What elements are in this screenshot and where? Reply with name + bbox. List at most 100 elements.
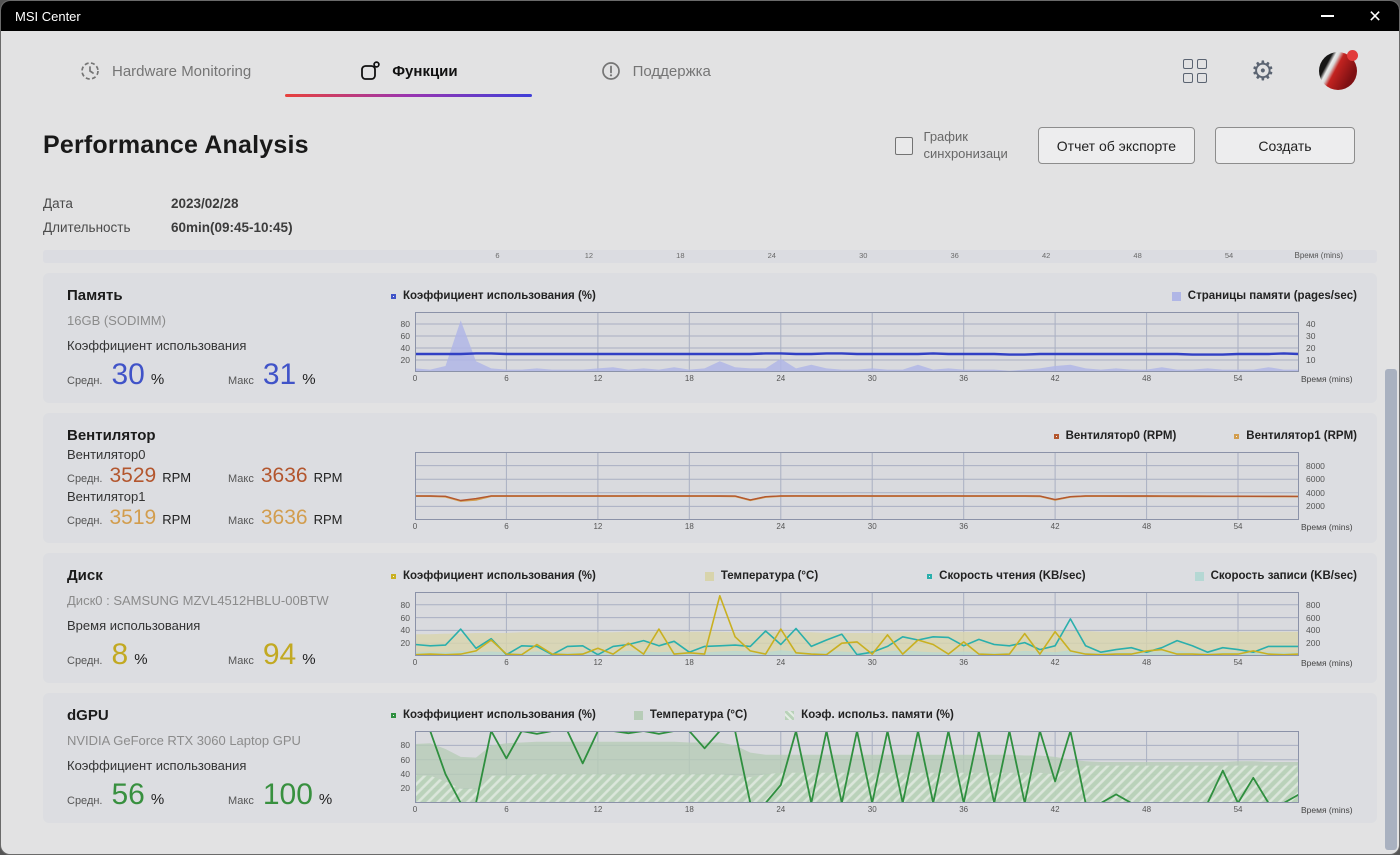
create-button[interactable]: Создать [1215,127,1355,164]
tab-label: Поддержка [632,62,711,80]
x-axis-tick: 6 [495,251,500,260]
left-axis: 20 40 60 80 [389,312,415,372]
tab-hardware-monitoring[interactable]: Hardware Monitoring [79,60,251,82]
date-label: Дата [43,196,73,211]
left-axis-tick: 80 [400,319,410,329]
avg-value: 3519 [109,506,157,529]
right-axis-tick: 20 [1306,343,1316,353]
x-axis: 0 6 12 18 24 30 36 42 48 54 Время (mins) [389,374,1359,387]
plot-area [415,592,1299,656]
fan-chart: Вентилятор0 (RPM) Вентилятор1 (RPM) 2000 4… [389,424,1359,537]
date-value: 2023/02/28 [171,196,239,211]
left-axis-tick: 40 [400,769,410,780]
right-axis-tick: 200 [1306,638,1321,649]
x-axis-tick: 18 [684,522,694,531]
x-axis: 0 6 12 18 24 30 36 42 48 54 Время (mins) [389,522,1359,535]
x-axis-tick: 48 [1142,658,1152,667]
x-axis: 0 6 12 18 24 30 36 42 48 54 Время (mins) [389,805,1359,817]
chart-legend: Коэффициент использования (%) Температура… [389,707,1359,724]
right-axis-tick: 10 [1306,355,1316,365]
x-axis-tick: 54 [1224,251,1234,260]
legend-label: Вентилятор0 (RPM) [1065,430,1177,442]
x-axis-tick: 54 [1233,804,1243,814]
x-axis: 0 6 12 18 24 30 36 42 48 54 Время (mins) [389,658,1359,671]
avg-value: 30 [111,358,145,391]
history-icon [81,62,99,80]
x-axis-tick: 6 [504,804,509,814]
legend-label: Скорость чтения (KB/sec) [939,570,1086,582]
close-button[interactable]: × [1351,1,1399,31]
right-axis-tick: 600 [1306,612,1321,623]
msi-center-window: MSI Center × Hardware Monitoring Функции [0,0,1400,855]
x-axis-tick: 42 [1041,251,1051,260]
legend-label: Страницы памяти (pages/sec) [1187,290,1357,302]
x-axis-label: Время (mins) [1301,374,1353,384]
plot-area [415,452,1299,520]
duration-label: Длительность [43,220,131,235]
x-axis-tick: 48 [1142,374,1152,383]
max-label: Макс [228,655,254,667]
max-value: 31 [262,358,297,391]
notification-dot [1347,50,1358,61]
section-subtitle: Диск0 : SAMSUNG MZVL4512HBLU-00BTW [67,593,329,608]
x-axis-tick: 12 [593,522,603,531]
left-axis-tick: 60 [400,612,410,623]
sync-checkbox[interactable] [894,136,913,155]
legend-fill-marker [704,571,714,581]
avg-unit: % [134,651,148,668]
x-axis-tick: 6 [504,522,509,531]
right-axis: 2000 4000 6000 8000 [1299,452,1353,520]
x-axis-tick: 36 [950,251,959,260]
chart-legend: Коэффициент использования (%) Температура… [389,567,1359,585]
avg-label: Средн. [67,655,103,667]
x-axis-label: Время (mins) [1294,251,1343,260]
legend-label: Коэффициент использования (%) [403,709,596,722]
right-axis-tick: 30 [1306,331,1316,341]
section-title: Диск [67,567,103,584]
x-axis-tick: 36 [959,374,969,383]
x-axis-tick: 42 [1050,804,1060,814]
nav-bar: Hardware Monitoring Функции Поддержка ⚙ [1,31,1399,97]
user-avatar[interactable] [1319,50,1358,90]
disk-section: Диск Диск0 : SAMSUNG MZVL4512HBLU-00BTW … [43,553,1377,683]
partial-chart-axis: 6 12 18 24 30 36 42 48 54 Время (mins) [43,250,1377,263]
report-info: Дата 2023/02/28 Длительность 60min(09:45… [43,196,1399,235]
vertical-scrollbar-thumb[interactable] [1385,369,1397,850]
right-axis-tick: 2000 [1306,501,1325,512]
max-value: 3636 [260,506,308,529]
minimize-button[interactable] [1303,1,1351,31]
tab-functions[interactable]: Функции [285,60,532,97]
section-title: dGPU [67,707,109,724]
section-metric-label: Время использования [67,618,201,633]
apps-grid-icon[interactable] [1182,59,1207,83]
max-unit: % [302,651,316,668]
section-title: Память [67,287,123,304]
right-axis-tick: 4000 [1306,487,1325,498]
sync-checkbox-label: График синхронизаци [923,128,1008,161]
right-axis-tick: 40 [1306,319,1316,329]
legend-label: Температура (°C) [649,709,748,722]
x-axis-tick: 24 [776,522,786,531]
x-axis-tick: 36 [959,804,969,814]
section-subtitle: 16GB (SODIMM) [67,313,166,328]
x-axis-tick: 30 [859,251,868,260]
left-axis [389,452,415,520]
right-axis-tick: 6000 [1306,474,1325,485]
x-axis-tick: 36 [959,658,969,667]
x-axis-tick: 0 [412,522,418,531]
page-title: Performance Analysis [43,131,309,159]
x-axis-tick: 12 [593,804,603,814]
left-axis-tick: 20 [400,355,410,365]
x-axis-tick: 0 [412,658,418,667]
max-value: 100 [262,778,313,811]
right-axis [1299,731,1353,803]
legend-label: Скорость записи (KB/sec) [1210,570,1357,582]
avg-unit: % [150,371,165,388]
settings-gear-icon[interactable]: ⚙ [1251,57,1275,85]
left-axis-tick: 40 [400,343,410,353]
x-axis-label: Время (mins) [1301,522,1353,532]
avg-label: Средн. [67,515,103,527]
close-icon: × [1368,4,1382,28]
tab-support[interactable]: Поддержка [600,60,711,82]
export-report-button[interactable]: Отчет об экспорте [1037,127,1195,164]
